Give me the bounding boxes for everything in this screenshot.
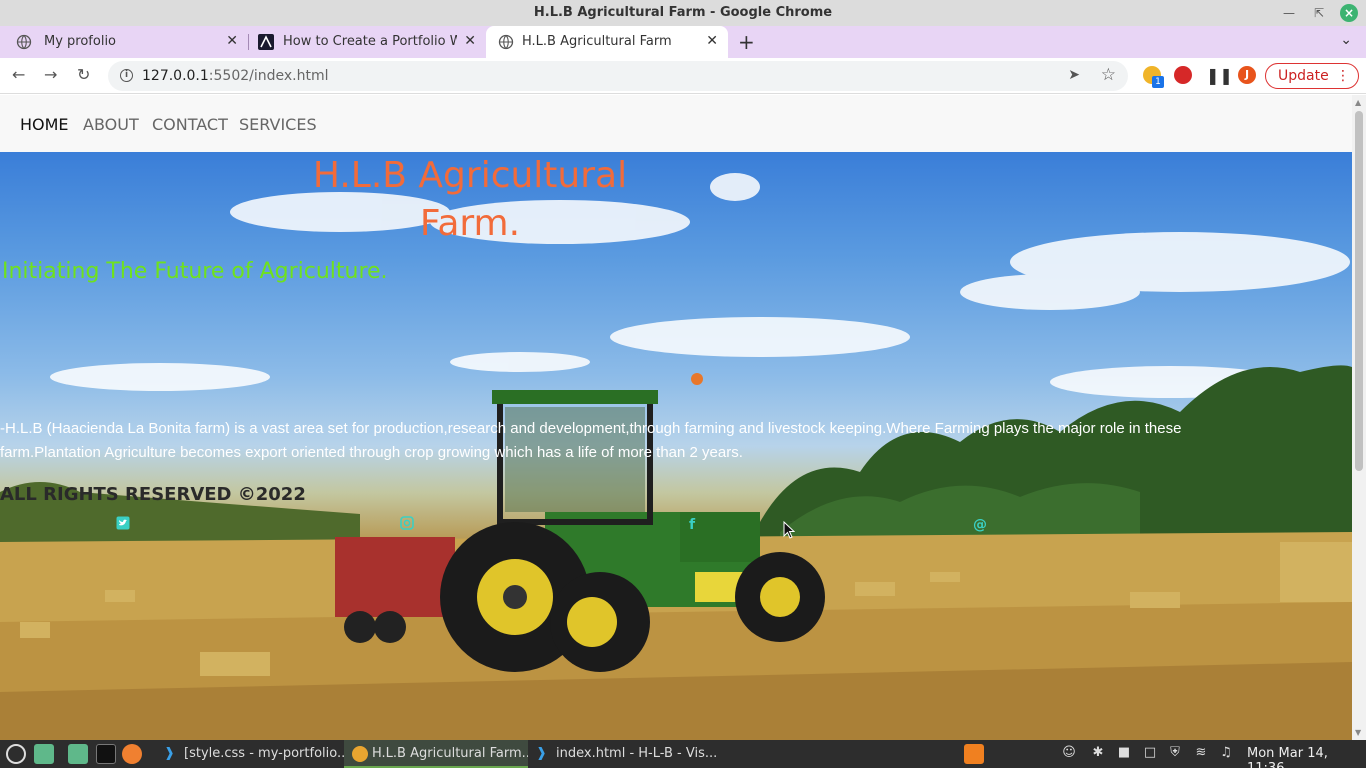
nav-about-link[interactable]: ABOUT xyxy=(83,115,139,134)
vscode-icon: ❱ xyxy=(536,746,547,761)
chrome-icon xyxy=(352,746,368,762)
menu-dots-icon[interactable]: ⋮ xyxy=(1336,64,1350,88)
tab-label: H.L.B Agricultural Farm xyxy=(522,34,672,49)
close-tab-icon[interactable]: ✕ xyxy=(226,33,238,49)
scrollbar-thumb[interactable] xyxy=(1355,111,1363,471)
menu-icon[interactable] xyxy=(6,744,26,764)
taskbar-item-style-css[interactable]: ❱ [style.css - my-portfolio... xyxy=(156,740,344,768)
tab-label: My profolio xyxy=(44,34,117,49)
tab-my-profolio[interactable]: My profolio ✕ xyxy=(0,26,248,58)
chevron-down-icon[interactable]: ⌄ xyxy=(1340,32,1352,48)
window-title: H.L.B Agricultural Farm - Google Chrome xyxy=(533,5,833,20)
wifi-icon[interactable]: ≋ xyxy=(1192,745,1210,763)
profile-avatar[interactable]: J xyxy=(1238,66,1256,84)
url-text[interactable]: 127.0.0.1:5502/index.html xyxy=(142,68,329,84)
site-title: H.L.B Agricultural Farm. xyxy=(312,155,628,244)
close-window-button[interactable]: × xyxy=(1340,4,1358,22)
brand-icon xyxy=(258,34,274,50)
site-navbar: HOME ABOUT CONTACT SERVICES xyxy=(0,95,1352,152)
site-tagline: Initiating The Future of Agriculture. xyxy=(2,259,388,284)
back-arrow-icon[interactable]: ← xyxy=(12,65,25,84)
volume-icon[interactable]: ♫ xyxy=(1217,745,1235,763)
browser-toolbar: ← → ↻ i 127.0.0.1:5502/index.html ➤ ☆ 1 … xyxy=(0,58,1366,94)
site-description: -H.L.B (Haacienda La Bonita farm) is a v… xyxy=(0,420,1182,461)
copyright-text: ALL RIGHTS RESERVED ©2022 xyxy=(0,484,306,505)
forward-arrow-icon[interactable]: → xyxy=(44,65,57,84)
nav-home-link[interactable]: HOME xyxy=(20,115,69,134)
page-scrollbar[interactable]: ▲ ▼ xyxy=(1352,95,1366,740)
terminal-icon[interactable] xyxy=(96,744,116,764)
taskbar-item-index-html[interactable]: ❱ index.html - H-L-B - Vis... xyxy=(528,740,716,768)
update-button[interactable]: Update ⋮ xyxy=(1265,63,1359,89)
web-page: HOME ABOUT CONTACT SERVICES H.L.B Agricu… xyxy=(0,95,1352,740)
shield-icon[interactable]: ⛨ xyxy=(1166,745,1184,763)
update-manager-icon[interactable]: □ xyxy=(1141,745,1159,763)
tab-strip: My profolio ✕ How to Create a Portfolio … xyxy=(0,26,1366,58)
scroll-up-icon[interactable]: ▲ xyxy=(1355,98,1361,107)
scroll-down-icon[interactable]: ▼ xyxy=(1355,728,1361,737)
accessibility-icon[interactable]: ☺ xyxy=(1060,745,1078,763)
close-tab-icon[interactable]: ✕ xyxy=(706,33,718,49)
puzzle-extensions-icon[interactable]: ❚❚ xyxy=(1206,66,1233,85)
extension-badge: 1 xyxy=(1152,76,1164,88)
send-to-device-icon[interactable]: ➤ xyxy=(1068,67,1080,83)
taskbar-clock[interactable]: Mon Mar 14, 11:36 xyxy=(1247,746,1366,768)
files-folder-icon[interactable] xyxy=(68,744,88,764)
facebook-icon[interactable]: f xyxy=(683,516,701,534)
globe-icon xyxy=(16,34,32,50)
email-icon[interactable]: @ xyxy=(971,516,989,534)
maximize-button[interactable]: ⇱ xyxy=(1310,4,1328,22)
tab-hlb-farm[interactable]: H.L.B Agricultural Farm ✕ xyxy=(486,26,728,58)
nav-contact-link[interactable]: CONTACT xyxy=(152,115,228,134)
close-tab-icon[interactable]: ✕ xyxy=(464,33,476,49)
vscode-icon: ❱ xyxy=(164,746,175,761)
hero-section: H.L.B Agricultural Farm. Initiating The … xyxy=(0,152,1352,740)
bookmark-star-icon[interactable]: ☆ xyxy=(1101,65,1116,85)
system-taskbar: ❱ [style.css - my-portfolio... H.L.B Agr… xyxy=(0,740,1366,768)
tab-label: How to Create a Portfolio We xyxy=(283,34,457,49)
window-titlebar: H.L.B Agricultural Farm - Google Chrome … xyxy=(0,0,1366,26)
adblock-icon[interactable] xyxy=(1174,66,1192,84)
minimize-button[interactable]: — xyxy=(1280,4,1298,22)
new-tab-icon[interactable]: + xyxy=(738,30,755,54)
reload-icon[interactable]: ↻ xyxy=(77,65,90,84)
taskbar-item-chrome[interactable]: H.L.B Agricultural Farm... xyxy=(344,740,528,768)
site-info-icon[interactable]: i xyxy=(120,69,133,82)
nav-services-link[interactable]: SERVICES xyxy=(239,115,317,134)
mouse-cursor-icon xyxy=(783,521,795,539)
media-player-icon[interactable] xyxy=(964,744,984,764)
tab-portfolio-tutorial[interactable]: How to Create a Portfolio We ✕ xyxy=(248,26,486,58)
firefox-icon[interactable] xyxy=(122,744,142,764)
twitter-icon[interactable] xyxy=(116,516,134,534)
globe-icon xyxy=(498,34,514,50)
show-desktop-icon[interactable] xyxy=(34,744,54,764)
address-bar[interactable]: i 127.0.0.1:5502/index.html ➤ ☆ xyxy=(108,61,1128,91)
clipboard-icon[interactable]: ■ xyxy=(1115,745,1133,763)
bluetooth-icon[interactable]: ✱ xyxy=(1089,745,1107,763)
instagram-icon[interactable] xyxy=(400,516,418,534)
